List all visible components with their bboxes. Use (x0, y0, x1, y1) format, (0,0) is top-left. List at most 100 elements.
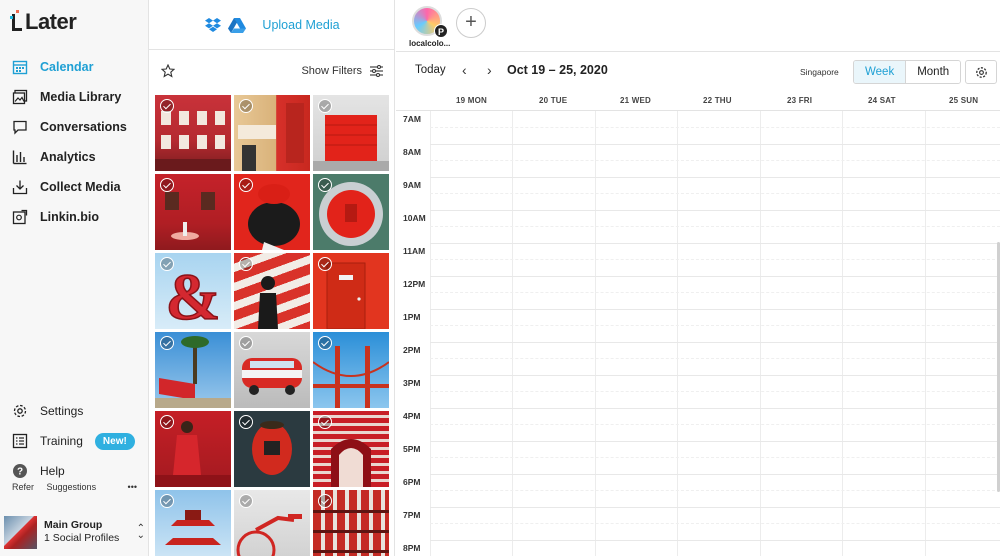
gear-icon (13, 404, 27, 418)
day-header: 22 THU (703, 96, 732, 105)
link-icon (12, 209, 28, 225)
select-check-icon[interactable] (318, 415, 332, 429)
media-tile[interactable] (234, 174, 310, 250)
media-tile[interactable] (234, 95, 310, 171)
sidebar-item-conversations[interactable]: Conversations (0, 112, 149, 142)
media-tile[interactable] (313, 95, 389, 171)
media-tile[interactable] (155, 332, 231, 408)
hour-label: 3PM (403, 378, 421, 388)
select-check-icon[interactable] (318, 257, 332, 271)
chevron-up-down-icon: ⌃ ⌄ (136, 523, 145, 541)
media-tile[interactable] (155, 411, 231, 487)
group-switcher[interactable]: Main Group 1 Social Profiles ⌃ ⌄ (4, 514, 145, 550)
logo-wordmark: Later (25, 9, 77, 34)
sidebar-item-analytics[interactable]: Analytics (0, 142, 149, 172)
upload-media-button[interactable]: Upload Media (262, 18, 339, 32)
hour-row: 10AM (396, 210, 1000, 243)
gear-icon (975, 66, 987, 78)
sidebar-item-label: Calendar (40, 60, 94, 74)
group-avatar (4, 515, 37, 549)
media-tile[interactable] (313, 490, 389, 556)
hour-row: 7PM (396, 507, 1000, 540)
bar-chart-icon (12, 150, 27, 165)
select-check-icon[interactable] (239, 336, 253, 350)
dropbox-icon[interactable] (204, 17, 222, 33)
media-tile[interactable] (234, 253, 310, 329)
select-check-icon[interactable] (160, 415, 174, 429)
star-icon[interactable] (161, 64, 175, 78)
media-tile[interactable] (313, 174, 389, 250)
sidebar-item-label: Settings (40, 404, 84, 418)
select-check-icon[interactable] (160, 257, 174, 271)
later-logo[interactable]: Later (10, 8, 77, 36)
select-check-icon[interactable] (239, 178, 253, 192)
next-week-icon[interactable]: › (487, 62, 492, 78)
timezone-label[interactable]: Singapore (800, 67, 839, 77)
select-check-icon[interactable] (318, 336, 332, 350)
sidebar-item-label: Help (40, 464, 65, 478)
add-profile-button[interactable]: + (456, 8, 486, 38)
media-tile[interactable] (234, 411, 310, 487)
media-tile[interactable] (155, 174, 231, 250)
hour-row: 8AM (396, 144, 1000, 177)
previous-week-icon[interactable]: ‹ (462, 62, 467, 78)
select-check-icon[interactable] (239, 257, 253, 271)
select-check-icon[interactable] (160, 494, 174, 508)
pinterest-icon: P (434, 24, 448, 38)
more-options-icon[interactable]: ••• (128, 482, 137, 492)
select-check-icon[interactable] (318, 178, 332, 192)
media-tile[interactable] (155, 95, 231, 171)
select-check-icon[interactable] (160, 336, 174, 350)
group-name: Main Group (44, 519, 103, 531)
social-profile[interactable]: P localcolo... (409, 6, 450, 48)
hour-label: 1PM (403, 312, 421, 322)
calendar-settings-button[interactable] (965, 60, 997, 84)
select-check-icon[interactable] (239, 415, 253, 429)
hour-row: 6PM (396, 474, 1000, 507)
select-check-icon[interactable] (239, 99, 253, 113)
media-tile[interactable] (234, 490, 310, 556)
hour-row: 9AM (396, 177, 1000, 210)
hour-label: 2PM (403, 345, 421, 355)
group-profiles-count: 1 Social Profiles (44, 532, 120, 544)
help-icon: ? (13, 464, 27, 478)
media-tile[interactable] (234, 332, 310, 408)
checklist-icon (12, 433, 28, 449)
sidebar-item-training[interactable]: Training New! (0, 426, 149, 456)
today-button[interactable]: Today (415, 64, 446, 76)
calendar-toolbar: Today ‹ › Oct 19 – 25, 2020 Singapore We… (396, 53, 1000, 91)
google-drive-icon[interactable] (228, 17, 247, 33)
hour-label: 8PM (403, 543, 421, 553)
sidebar-item-settings[interactable]: Settings (0, 396, 149, 426)
secondary-nav: Settings Training New! ? Help (0, 396, 149, 486)
sidebar-item-label: Media Library (40, 90, 122, 104)
media-tile[interactable]: & (155, 253, 231, 329)
refer-link[interactable]: Refer (12, 482, 34, 492)
day-header: 23 FRI (787, 96, 813, 105)
sliders-icon[interactable] (370, 65, 383, 77)
hour-row: 1PM (396, 309, 1000, 342)
select-check-icon[interactable] (160, 99, 174, 113)
show-filters-button[interactable]: Show Filters (301, 65, 362, 77)
sidebar-item-media-library[interactable]: Media Library (0, 82, 149, 112)
sidebar-item-label: Training (40, 434, 83, 448)
media-tile[interactable] (313, 411, 389, 487)
week-grid[interactable]: 7AM 8AM 9AM 10AM 11AM 12PM 1PM 2PM 3PM 4… (396, 111, 1000, 556)
week-view-button[interactable]: Week (854, 61, 907, 83)
media-tile[interactable] (313, 253, 389, 329)
select-check-icon[interactable] (160, 178, 174, 192)
select-check-icon[interactable] (318, 494, 332, 508)
sidebar-item-linkin-bio[interactable]: Linkin.bio (0, 202, 149, 232)
select-check-icon[interactable] (239, 494, 253, 508)
sidebar-item-label: Linkin.bio (40, 210, 100, 224)
hour-label: 12PM (403, 279, 426, 289)
suggestions-link[interactable]: Suggestions (47, 482, 97, 492)
sidebar-item-calendar[interactable]: Calendar (0, 52, 149, 82)
media-tile[interactable] (313, 332, 389, 408)
month-view-button[interactable]: Month (906, 61, 961, 83)
sidebar-item-collect-media[interactable]: Collect Media (0, 172, 149, 202)
media-tile[interactable] (155, 490, 231, 556)
upload-row: Upload Media (149, 0, 395, 50)
image-icon (12, 89, 28, 105)
select-check-icon[interactable] (318, 99, 332, 113)
